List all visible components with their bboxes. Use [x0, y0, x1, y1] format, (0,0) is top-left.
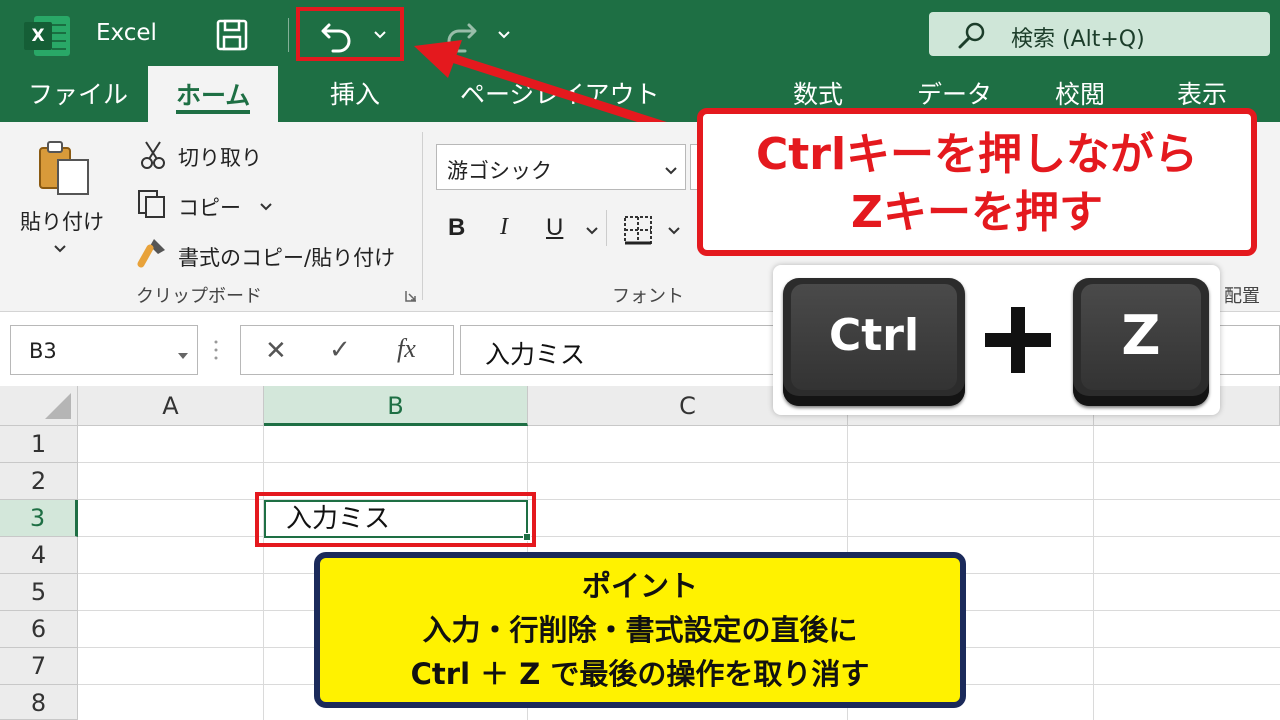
italic-button[interactable]: I: [500, 214, 508, 241]
copy-chevron-down-icon[interactable]: [258, 198, 274, 217]
format-painter-icon[interactable]: [136, 236, 168, 274]
enter-icon[interactable]: ✓: [329, 335, 351, 365]
ctrl-key: Ctrl: [783, 278, 965, 406]
format-painter-label[interactable]: 書式のコピー/貼り付け: [178, 242, 395, 272]
group-separator: [422, 132, 423, 300]
alignment-group-label: 配置: [1224, 286, 1260, 307]
plus-icon: [985, 307, 1051, 373]
clipboard-dialog-launcher-icon[interactable]: [404, 288, 418, 307]
font-name-select[interactable]: 游ゴシック: [436, 144, 686, 190]
borders-icon[interactable]: [622, 214, 654, 250]
row-header-7[interactable]: 7: [0, 648, 78, 685]
font-separator: [606, 210, 607, 246]
underline-chevron-down-icon[interactable]: [584, 222, 600, 241]
copy-icon[interactable]: [136, 188, 168, 224]
insert-function-icon[interactable]: fx: [397, 334, 416, 364]
scissors-icon[interactable]: [140, 140, 166, 174]
point-heading: ポイント: [581, 569, 698, 603]
formula-buttons: ✕ ✓ fx: [240, 325, 454, 375]
row-header-3[interactable]: 3: [0, 500, 78, 537]
z-key-label: Z: [1081, 284, 1201, 390]
row-header-2[interactable]: 2: [0, 463, 78, 500]
row-header-6[interactable]: 6: [0, 611, 78, 648]
paste-label[interactable]: 貼り付け: [20, 206, 104, 236]
font-name-chevron-down-icon: [663, 162, 679, 181]
z-key: Z: [1073, 278, 1209, 406]
shortcut-keys: Ctrl Z: [773, 265, 1220, 415]
point-line-1: 入力・行削除・書式設定の直後に: [422, 613, 858, 647]
column-header-a[interactable]: A: [78, 386, 264, 426]
name-box[interactable]: B3: [10, 325, 198, 375]
formula-input-value: 入力ミス: [485, 340, 586, 369]
instruction-callout: Ctrlキーを押しながら Zキーを押す: [697, 108, 1257, 256]
font-name-value: 游ゴシック: [447, 159, 552, 183]
row-header-8[interactable]: 8: [0, 685, 78, 720]
row-header-1[interactable]: 1: [0, 426, 78, 463]
clipboard-group-label: クリップボード: [136, 286, 262, 307]
name-box-dropdown-icon: [177, 346, 189, 365]
row-header-4[interactable]: 4: [0, 537, 78, 574]
bold-button[interactable]: B: [448, 214, 465, 242]
paste-icon[interactable]: [36, 138, 92, 198]
cancel-icon[interactable]: ✕: [265, 336, 287, 366]
callout-line-2: Zキーを押す: [851, 187, 1103, 238]
borders-chevron-down-icon[interactable]: [666, 222, 682, 241]
paste-chevron-down-icon[interactable]: [52, 240, 68, 259]
point-note: ポイント 入力・行削除・書式設定の直後に Ctrl ＋ Z で最後の操作を取り消…: [314, 552, 966, 708]
cell-highlight-frame: [255, 492, 536, 547]
column-header-b[interactable]: B: [264, 386, 528, 426]
underline-button[interactable]: U: [546, 214, 563, 242]
point-line-2: Ctrl ＋ Z で最後の操作を取り消す: [410, 657, 870, 691]
callout-line-1: Ctrlキーを押しながら: [755, 129, 1199, 180]
row-header-5[interactable]: 5: [0, 574, 78, 611]
ctrl-key-label: Ctrl: [791, 284, 957, 390]
cut-label[interactable]: 切り取り: [178, 142, 262, 172]
select-all-button[interactable]: [0, 386, 78, 426]
font-group-label: フォント: [612, 286, 684, 307]
copy-label[interactable]: コピー: [178, 192, 241, 222]
formula-bar-grip-icon[interactable]: [214, 338, 218, 362]
name-box-value: B3: [29, 339, 57, 363]
